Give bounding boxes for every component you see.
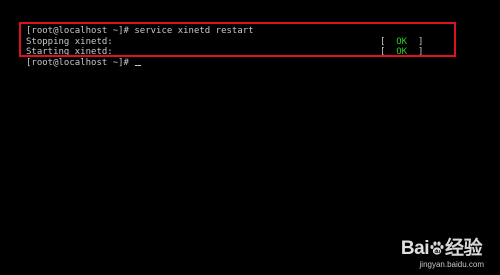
watermark-brand: Bai du 经验 bbox=[400, 233, 483, 260]
svg-text:du: du bbox=[434, 249, 440, 255]
baidu-paw-icon: du bbox=[430, 241, 444, 255]
text-cursor bbox=[135, 65, 142, 66]
watermark-brand-left: Bai bbox=[400, 238, 430, 259]
watermark-brand-right: 经验 bbox=[444, 238, 483, 259]
prompt-line[interactable]: [root@localhost ~]# bbox=[26, 58, 142, 68]
baidu-jingyan-watermark: Bai du 经验 jingyan.baidu.com bbox=[372, 233, 492, 269]
terminal-window[interactable]: [root@localhost ~]# service xinetd resta… bbox=[0, 0, 500, 275]
watermark-url: jingyan.baidu.com bbox=[419, 260, 484, 269]
highlight-annotation-box bbox=[19, 22, 456, 57]
prompt-text: [root@localhost ~]# bbox=[26, 58, 135, 68]
